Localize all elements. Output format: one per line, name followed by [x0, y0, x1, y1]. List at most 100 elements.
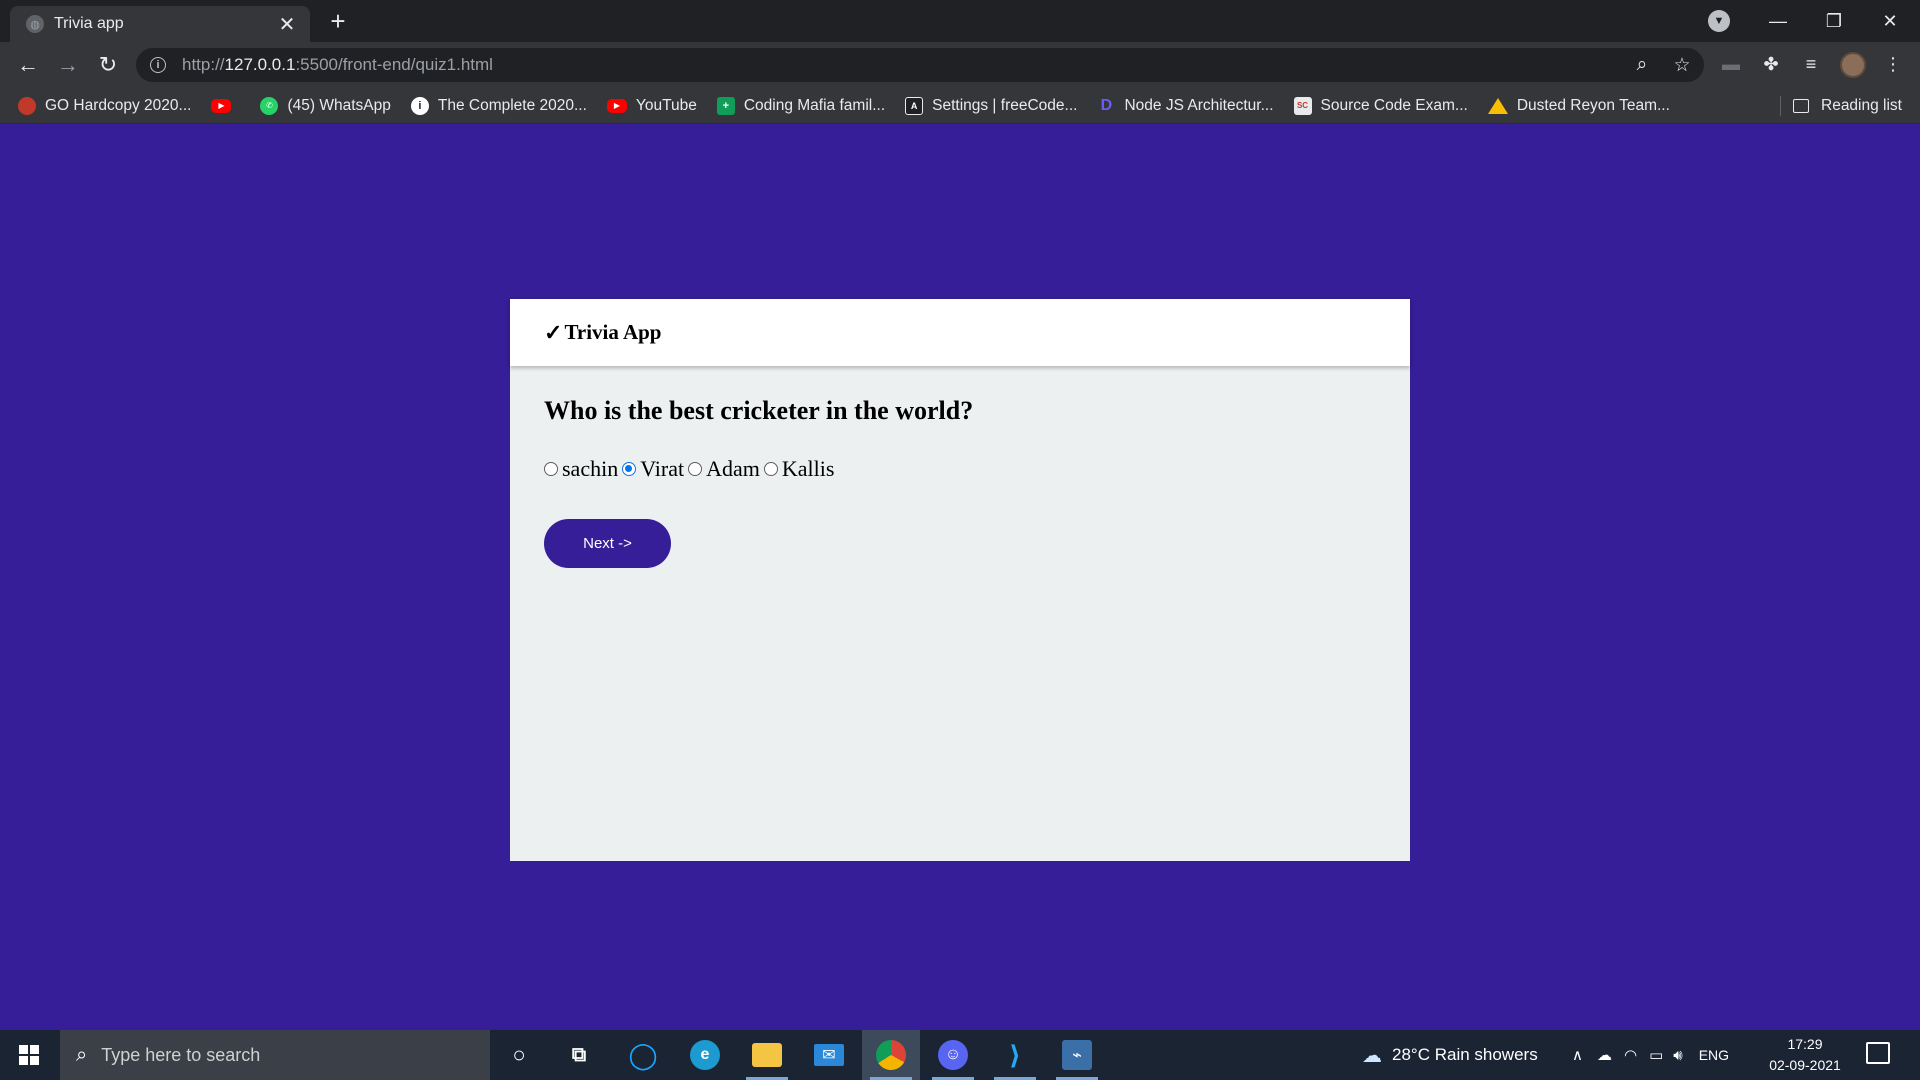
windows-taskbar: ⌕ Type here to search ○ ⧉ ◯ e ✉ ☺ ⟩ ⌁ ☁ … [0, 1030, 1920, 1080]
tray-icons: ∧ ☁ ◠ ▭ 🔊︎ ENG [1572, 1030, 1729, 1080]
app-title: Trivia App [564, 320, 662, 344]
question-text: Who is the best cricketer in the world? [544, 396, 974, 425]
forward-arrow-icon[interactable]: → [52, 49, 84, 81]
bookmark-item[interactable]: A Settings | freeCode... [905, 96, 1077, 115]
weather-widget[interactable]: ☁ 28°C Rain showers [1362, 1030, 1538, 1080]
new-tab-button[interactable]: + [324, 8, 352, 36]
reading-list-button[interactable]: Reading list [1793, 88, 1902, 124]
bookmark-item[interactable]: ▶ YouTube [606, 97, 697, 115]
minimize-icon[interactable]: — [1750, 0, 1806, 42]
info-circle-icon: i [410, 96, 429, 115]
radio-adam[interactable] [688, 462, 703, 476]
cortana-button[interactable]: ○ [490, 1030, 548, 1080]
taskbar-app-vscode[interactable]: ⟩ [986, 1030, 1044, 1080]
tab-search-icon[interactable]: ▼ [1708, 10, 1730, 32]
folder-icon [752, 1043, 782, 1067]
task-view-icon: ⧉ [571, 1043, 587, 1066]
bookmark-star-icon[interactable]: ☆ [1670, 54, 1694, 77]
taskbar-app-cortana[interactable]: ◯ [614, 1030, 672, 1080]
bookmark-item[interactable]: + Coding Mafia famil... [716, 96, 885, 115]
drive-icon [1487, 97, 1508, 114]
tab-strip: ◍ Trivia app ✕ + ▼ — ❐ ✕ [0, 0, 1920, 42]
bookmark-item[interactable]: Dusted Reyon Team... [1487, 97, 1670, 115]
option-kallis[interactable]: Kallis [763, 456, 834, 482]
checkmark-icon: ✓ [544, 319, 563, 345]
start-button[interactable] [0, 1030, 58, 1080]
reload-icon[interactable]: ↻ [92, 49, 124, 81]
taskbar-app-explorer[interactable] [738, 1030, 796, 1080]
onedrive-icon[interactable]: ☁ [1597, 1046, 1612, 1064]
clock[interactable]: 17:29 02-09-2021 [1765, 1034, 1845, 1076]
radio-sachin[interactable] [544, 462, 558, 476]
bookmark-item[interactable]: SC Source Code Exam... [1293, 96, 1468, 115]
notification-icon[interactable] [1866, 1042, 1890, 1064]
menu-kebab-icon[interactable]: ⋮ [1880, 54, 1906, 78]
app-header: ✓ Trivia App [510, 299, 1410, 366]
freecodecamp-icon: A [905, 96, 924, 115]
bookmark-item[interactable]: ✆ (45) WhatsApp [260, 96, 391, 115]
option-sachin[interactable]: sachin [544, 456, 618, 482]
search-placeholder: Type here to search [101, 1044, 261, 1065]
database-icon: ⌁ [1062, 1040, 1092, 1070]
sheets-icon: + [716, 96, 735, 115]
chevron-up-icon[interactable]: ∧ [1572, 1046, 1583, 1064]
zoom-icon[interactable]: ⌕ [1630, 54, 1654, 76]
bookmark-item[interactable]: GO Hardcopy 2020... [18, 96, 191, 115]
browser-toolbar: ← → ↻ i http://127.0.0.1:5500/front-end/… [0, 42, 1920, 88]
clock-date: 02-09-2021 [1769, 1057, 1841, 1073]
bookmark-item[interactable]: i The Complete 2020... [410, 96, 587, 115]
url-text: http://127.0.0.1:5500/front-end/quiz1.ht… [182, 55, 493, 74]
search-icon: ⌕ [76, 1043, 88, 1066]
close-tab-icon[interactable]: ✕ [276, 12, 298, 37]
chrome-icon [876, 1040, 906, 1070]
browser-tab[interactable]: ◍ Trivia app ✕ [10, 6, 310, 42]
clock-time: 17:29 [1787, 1036, 1823, 1052]
bookmarks-bar: GO Hardcopy 2020... ▶ ✆ (45) WhatsApp i Th… [0, 88, 1920, 124]
media-control-icon[interactable]: ≡ [1798, 54, 1824, 78]
address-bar[interactable]: i http://127.0.0.1:5500/front-end/quiz1.… [136, 48, 1704, 82]
reading-list-icon [1793, 99, 1809, 113]
tab-title: Trivia app [54, 15, 124, 32]
volume-icon[interactable]: 🔊︎ [1673, 1047, 1682, 1064]
windows-logo-icon [19, 1045, 39, 1065]
cloud-rain-icon: ☁ [1362, 1044, 1382, 1067]
globe-icon: ◍ [26, 15, 44, 33]
taskbar-app-mail[interactable]: ✉ [800, 1030, 858, 1080]
profile-avatar[interactable] [1840, 52, 1866, 78]
vscode-icon: ⟩ [1009, 1039, 1021, 1070]
whatsapp-icon: ✆ [260, 96, 279, 115]
edge-icon: e [690, 1040, 720, 1070]
wifi-icon[interactable]: ◠ [1624, 1046, 1637, 1064]
radio-kallis[interactable] [763, 462, 778, 476]
extension-icon[interactable]: ▬ [1718, 54, 1744, 78]
radio-virat[interactable] [622, 462, 637, 476]
cortana-ring-icon: ◯ [628, 1039, 658, 1070]
bookmark-item[interactable]: ▶ [211, 98, 240, 113]
taskbar-app-discord[interactable]: ☺ [924, 1030, 982, 1080]
youtube-icon: ▶ [211, 98, 232, 113]
answer-options: sachin Virat Adam Kallis [544, 456, 1376, 482]
discord-icon: ☺ [938, 1040, 968, 1070]
youtube-icon: ▶ [606, 98, 627, 113]
taskbar-app-chrome[interactable] [862, 1030, 920, 1080]
source-code-icon: SC [1293, 96, 1312, 115]
option-virat[interactable]: Virat [622, 456, 684, 482]
quiz-card: ✓ Trivia App Who is the best cricketer i… [510, 299, 1410, 861]
language-indicator[interactable]: ENG [1699, 1047, 1729, 1063]
task-view-button[interactable]: ⧉ [550, 1030, 608, 1080]
taskbar-app-sql[interactable]: ⌁ [1048, 1030, 1106, 1080]
taskbar-search[interactable]: ⌕ Type here to search [60, 1030, 490, 1080]
back-arrow-icon[interactable]: ← [12, 49, 44, 81]
quiz-body: Who is the best cricketer in the world? … [510, 366, 1410, 598]
divider [1780, 96, 1781, 116]
puzzle-icon[interactable]: ✤ [1758, 54, 1784, 78]
battery-icon[interactable]: ▭ [1649, 1046, 1663, 1064]
taskbar-app-edge[interactable]: e [676, 1030, 734, 1080]
option-adam[interactable]: Adam [688, 456, 760, 482]
next-button[interactable]: Next -> [544, 519, 671, 568]
restore-icon[interactable]: ❐ [1806, 0, 1862, 42]
close-window-icon[interactable]: ✕ [1862, 0, 1918, 42]
site-info-icon[interactable]: i [150, 57, 166, 73]
cortana-icon: ○ [512, 1042, 526, 1067]
bookmark-item[interactable]: D Node JS Architectur... [1097, 97, 1274, 115]
